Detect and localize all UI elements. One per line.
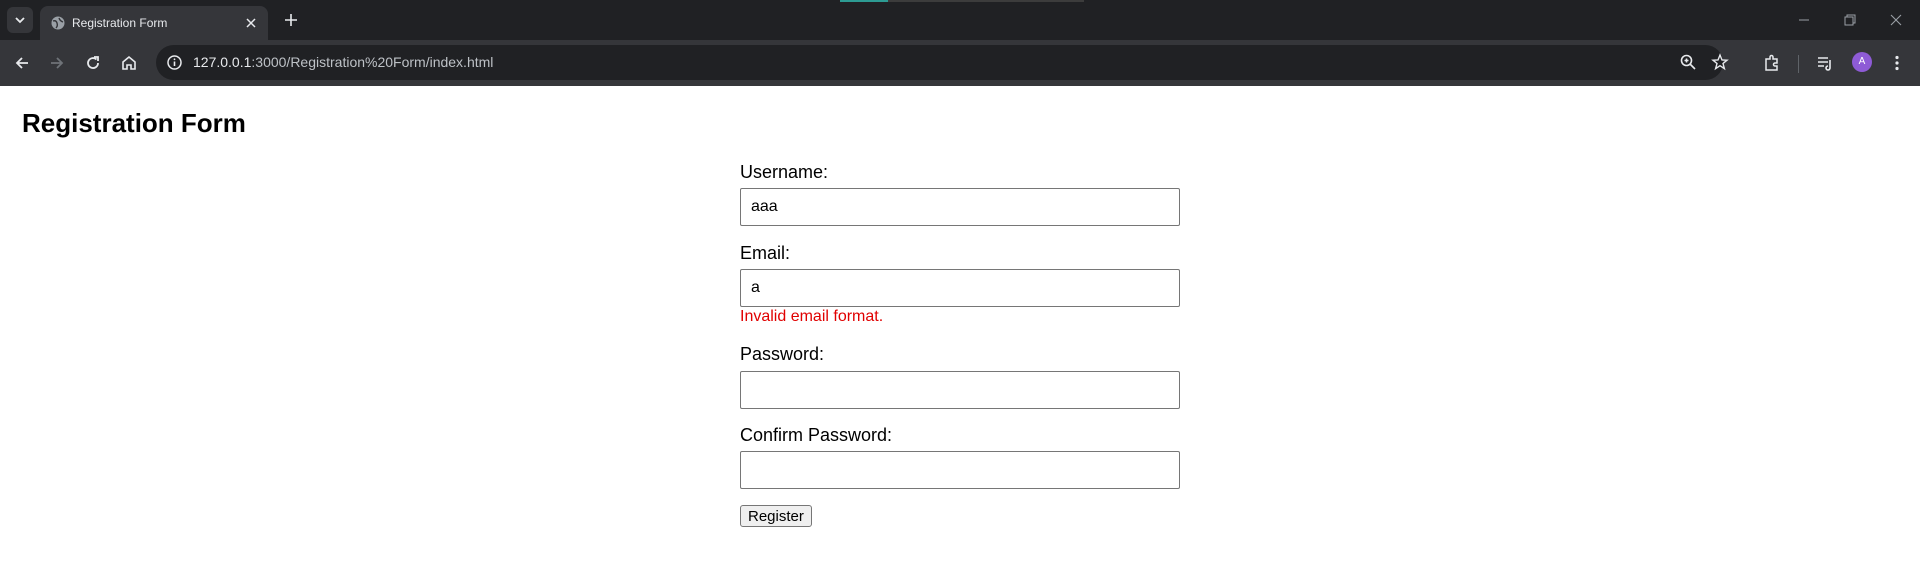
confirm-password-input[interactable] <box>740 451 1180 489</box>
forward-arrow-icon[interactable] <box>47 53 67 73</box>
page-title: Registration Form <box>22 108 246 138</box>
minimize-icon[interactable] <box>1796 12 1812 28</box>
chevron-down-icon <box>15 17 25 24</box>
extensions-icon[interactable] <box>1762 53 1782 73</box>
bookmark-star-icon[interactable] <box>1711 53 1729 71</box>
username-label: Username: <box>740 162 829 182</box>
reload-icon[interactable] <box>83 53 103 73</box>
tab-search-button[interactable] <box>7 7 33 33</box>
window-close-icon[interactable] <box>1888 12 1904 28</box>
tab-strip: Registration Form <box>0 0 1920 40</box>
register-button[interactable]: Register <box>740 505 812 527</box>
reading-list-icon[interactable] <box>1815 53 1835 73</box>
globe-icon <box>51 16 65 30</box>
restore-icon[interactable] <box>1842 12 1858 28</box>
tab-group-indicator <box>840 0 888 2</box>
url-text: 127.0.0.1:3000/Registration%20Form/index… <box>193 54 493 71</box>
tab-strip-divider <box>888 0 1084 2</box>
site-info-icon[interactable] <box>166 54 183 71</box>
url-host: 127.0.0.1 <box>193 54 252 70</box>
address-bar[interactable]: 127.0.0.1:3000/Registration%20Form/index… <box>156 45 1729 80</box>
password-label: Password: <box>740 344 825 364</box>
more-options-icon[interactable] <box>1887 53 1907 73</box>
confirm-password-label: Confirm Password: <box>740 425 893 445</box>
close-icon[interactable] <box>243 15 259 31</box>
tab-title: Registration Form <box>72 16 168 30</box>
email-error-message: Invalid email format. <box>740 308 884 325</box>
password-input[interactable] <box>740 371 1180 409</box>
back-arrow-icon[interactable] <box>12 53 32 73</box>
username-input[interactable] <box>740 188 1180 226</box>
url-path: :3000/Registration%20Form/index.html <box>251 54 494 70</box>
browser-toolbar: 127.0.0.1:3000/Registration%20Form/index… <box>0 40 1920 86</box>
toolbar-divider <box>1798 55 1799 73</box>
home-icon[interactable] <box>119 53 139 73</box>
email-label: Email: <box>740 243 791 263</box>
profile-avatar[interactable]: A <box>1852 52 1872 72</box>
email-input[interactable] <box>740 269 1180 307</box>
tab-registration-form[interactable]: Registration Form <box>40 6 268 40</box>
zoom-icon[interactable] <box>1679 53 1697 71</box>
new-tab-icon[interactable] <box>282 11 300 29</box>
